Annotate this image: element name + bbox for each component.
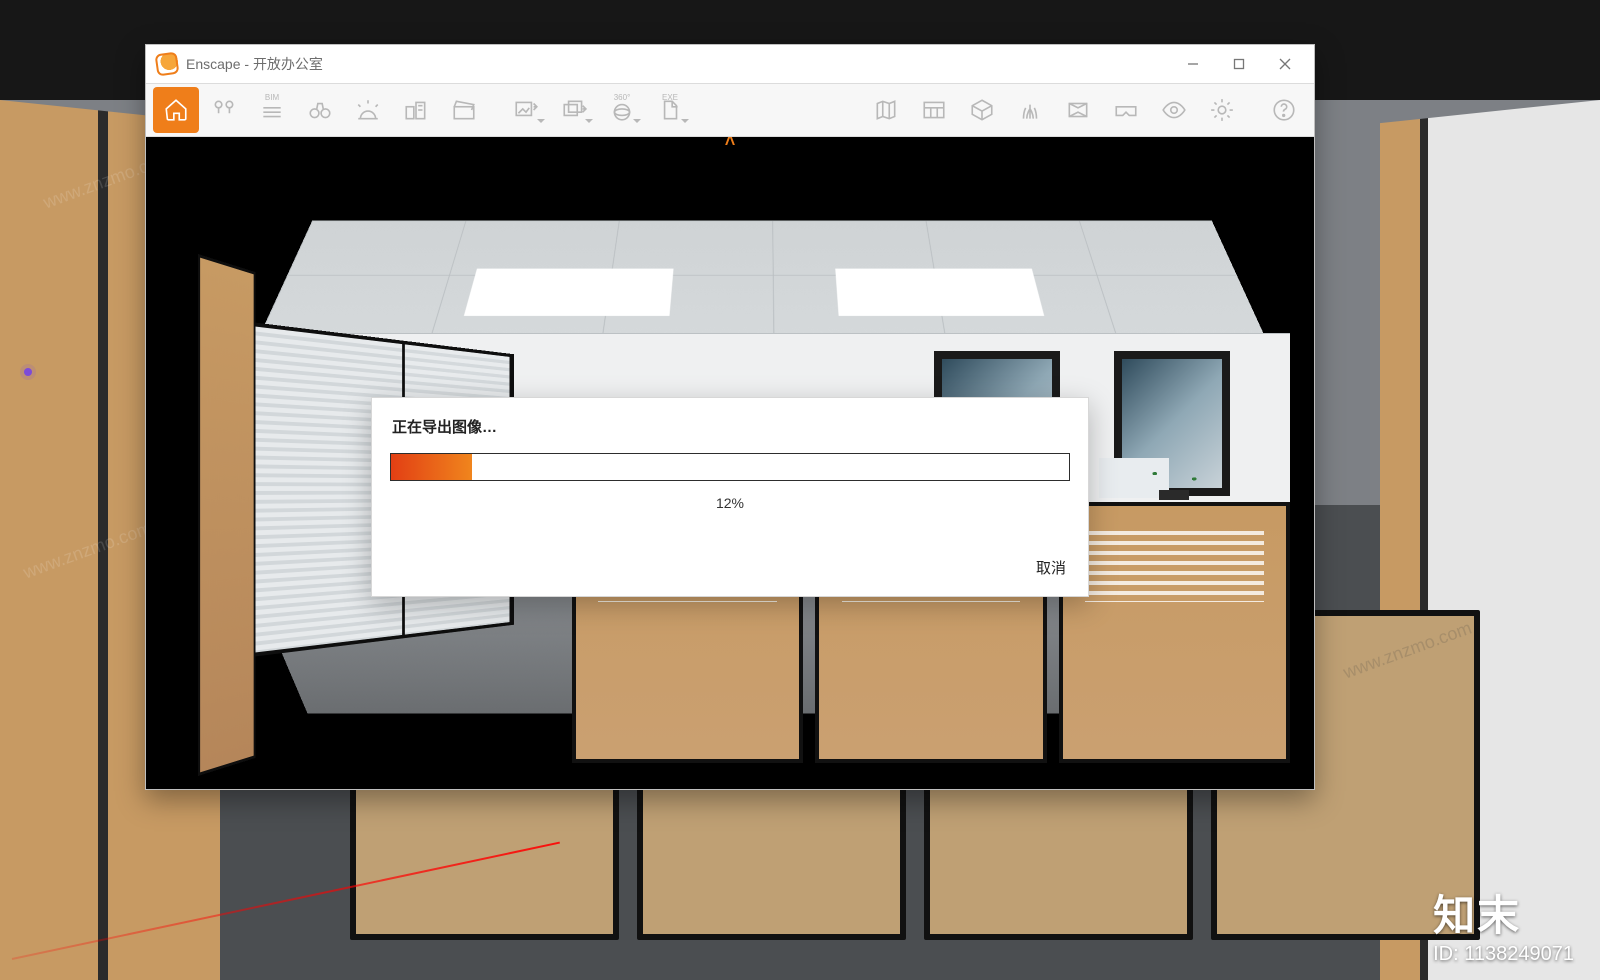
minimap-button[interactable] [863, 87, 909, 133]
app-name: Enscape [186, 56, 240, 72]
vr-headset-icon [1113, 97, 1139, 123]
progress-fill [391, 454, 472, 480]
vr-button[interactable] [1103, 87, 1149, 133]
enscape-window: Enscape - 开放办公室 BIM [145, 44, 1315, 790]
video-editor-button[interactable] [441, 87, 487, 133]
asset-library-icon [921, 97, 947, 123]
material-editor-button[interactable] [959, 87, 1005, 133]
export-progress-dialog: 正在导出图像… 12% 取消 [371, 397, 1089, 597]
render-viewport[interactable]: ˄ 正在导出图像… 12% 取消 [146, 137, 1314, 789]
map-icon [873, 97, 899, 123]
id-label: ID: [1433, 943, 1464, 965]
binoculars-button[interactable] [297, 87, 343, 133]
progress-bar [390, 453, 1070, 481]
manage-views-button[interactable] [201, 87, 247, 133]
clapper-icon [451, 97, 477, 123]
dialog-title: 正在导出图像… [392, 416, 1070, 437]
pins-icon [211, 97, 237, 123]
export-360-button[interactable]: 360° [599, 87, 645, 133]
gear-icon [1209, 97, 1235, 123]
scene-door [198, 254, 256, 776]
grass-icon [1017, 97, 1043, 123]
source-overlay: 知末 ID: 1138249071 [1433, 882, 1574, 966]
close-button[interactable] [1262, 45, 1308, 83]
scene-desk [1059, 502, 1290, 763]
home-icon [163, 97, 189, 123]
id-value: 1138249071 [1464, 943, 1574, 965]
cube-icon [969, 97, 995, 123]
maximize-icon [1233, 58, 1245, 70]
label-exe: EXE [662, 93, 678, 102]
progress-percent: 12% [390, 495, 1070, 511]
export-image-icon [513, 97, 539, 123]
grass-toggle-button[interactable] [1007, 87, 1053, 133]
export-image-button[interactable] [503, 87, 549, 133]
eye-icon [1161, 97, 1187, 123]
bim-label: BIM [265, 93, 279, 102]
title-separator: - [240, 56, 252, 72]
minimize-button[interactable] [1170, 45, 1216, 83]
sun-angle-icon [355, 97, 381, 123]
binoculars-icon [307, 97, 333, 123]
enscape-logo-icon [156, 53, 178, 75]
time-of-day-button[interactable] [345, 87, 391, 133]
minimize-icon [1187, 58, 1199, 70]
export-exe-button[interactable]: EXE [647, 87, 693, 133]
settings-button[interactable] [1199, 87, 1245, 133]
perspective-icon [1065, 97, 1091, 123]
maximize-button[interactable] [1216, 45, 1262, 83]
buildings-icon [403, 97, 429, 123]
titlebar[interactable]: Enscape - 开放办公室 [146, 45, 1314, 84]
label-360: 360° [614, 93, 631, 102]
host-axis-origin [24, 368, 32, 376]
visibility-button[interactable] [1151, 87, 1197, 133]
close-icon [1279, 58, 1291, 70]
cancel-button[interactable]: 取消 [1032, 551, 1070, 584]
two-point-button[interactable] [1055, 87, 1101, 133]
window-title: Enscape - 开放办公室 [186, 54, 323, 74]
asset-id: ID: 1138249071 [1433, 943, 1574, 966]
batch-render-icon [561, 97, 587, 123]
site-context-button[interactable] [393, 87, 439, 133]
toolbar: BIM 360° EXE [146, 84, 1314, 137]
help-icon [1271, 97, 1297, 123]
help-button[interactable] [1261, 87, 1307, 133]
brand-text: 知末 [1433, 882, 1574, 943]
asset-library-button[interactable] [911, 87, 957, 133]
document-name: 开放办公室 [253, 56, 323, 72]
batch-render-button[interactable] [551, 87, 597, 133]
home-button[interactable] [153, 87, 199, 133]
bim-info-button[interactable]: BIM [249, 87, 295, 133]
